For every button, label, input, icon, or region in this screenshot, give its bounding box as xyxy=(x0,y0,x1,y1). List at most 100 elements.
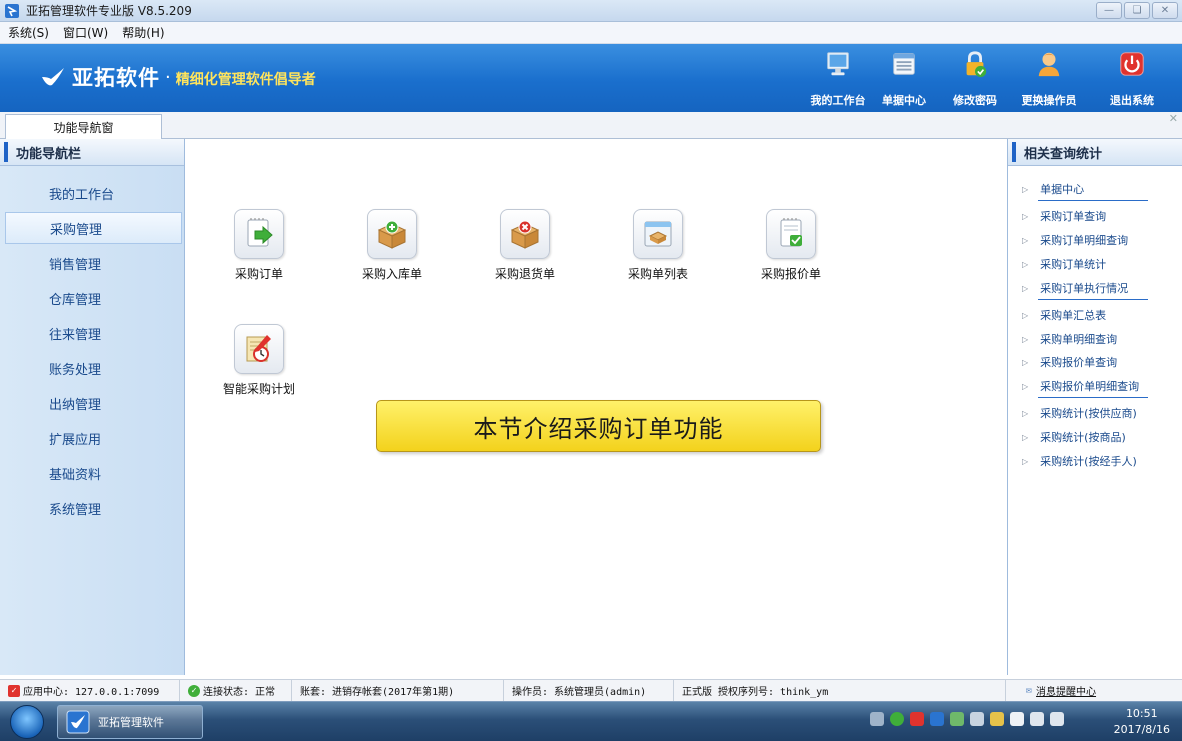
change-password-button[interactable]: 修改密码 xyxy=(943,50,1007,108)
function-purchase-stock-in[interactable]: 采购入库单 xyxy=(342,209,442,282)
menu-bar: 系统(S) 窗口(W) 帮助(H) xyxy=(0,22,1182,44)
nav-item-accounting[interactable]: 账务处理 xyxy=(5,352,182,384)
query-link-purchase-order-execution[interactable]: ▷ 采购订单执行情况 xyxy=(1022,280,1128,296)
signal-icon[interactable] xyxy=(970,712,984,726)
function-purchase-return[interactable]: 采购退货单 xyxy=(475,209,575,282)
minimize-icon[interactable]: — xyxy=(1096,2,1122,19)
query-link-document-center[interactable]: ▷ 单据中心 xyxy=(1022,181,1084,197)
triangle-right-icon: ▷ xyxy=(1022,259,1029,269)
function-purchase-list[interactable]: 采购单列表 xyxy=(608,209,708,282)
menu-help[interactable]: 帮助(H) xyxy=(122,24,164,41)
function-label: 采购订单 xyxy=(234,267,283,281)
status-operator: 操作员: 系统管理员(admin) xyxy=(504,680,674,701)
function-label: 采购退货单 xyxy=(494,267,555,281)
app-tray-icon[interactable] xyxy=(910,712,924,726)
close-tab-icon[interactable]: ✕ xyxy=(1169,112,1178,125)
group-separator xyxy=(1038,200,1148,201)
triangle-right-icon: ▷ xyxy=(1022,310,1029,320)
change-password-label: 修改密码 xyxy=(953,94,997,107)
triangle-right-icon: ▷ xyxy=(1022,357,1029,367)
message-center-link[interactable]: ✉ 消息提醒中心 xyxy=(1006,680,1104,701)
query-link-purchase-summary[interactable]: ▷ 采购单汇总表 xyxy=(1022,307,1106,323)
link-text: 采购订单执行情况 xyxy=(1040,282,1129,295)
nav-item-basic-data[interactable]: 基础资料 xyxy=(5,457,182,489)
workbench-label: 我的工作台 xyxy=(810,94,866,107)
query-link-stats-by-product[interactable]: ▷ 采购统计(按商品) xyxy=(1022,429,1126,445)
triangle-right-icon: ▷ xyxy=(1022,432,1029,442)
nav-item-sales-management[interactable]: 销售管理 xyxy=(5,247,182,279)
query-link-quotation-detail[interactable]: ▷ 采购报价单明细查询 xyxy=(1022,378,1139,394)
status-bar: ✓ 应用中心: 127.0.0.1:7099 ✓ 连接状态: 正常 账套: 进销… xyxy=(0,679,1182,701)
brand-name: 亚拓软件 xyxy=(72,66,160,90)
nav-item-system-management[interactable]: 系统管理 xyxy=(5,492,182,524)
start-button[interactable] xyxy=(10,705,44,739)
nav-item-warehouse-management[interactable]: 仓库管理 xyxy=(5,282,182,314)
function-purchase-quotation[interactable]: 采购报价单 xyxy=(741,209,841,282)
function-purchase-order[interactable]: 采购订单 xyxy=(209,209,309,282)
nav-item-my-workbench[interactable]: 我的工作台 xyxy=(5,177,182,209)
link-text: 采购订单统计 xyxy=(1040,258,1107,271)
user-icon xyxy=(1038,52,1060,77)
query-link-purchase-detail[interactable]: ▷ 采购单明细查询 xyxy=(1022,331,1117,347)
clock-time: 10:51 xyxy=(1125,707,1158,720)
left-navigation-panel: 功能导航栏 我的工作台 采购管理 销售管理 仓库管理 往来管理 账务处理 出纳管… xyxy=(0,139,185,675)
triangle-right-icon: ▷ xyxy=(1022,235,1029,245)
status-account: 账套: 进销存帐套(2017年第1期) xyxy=(292,680,504,701)
link-text: 采购统计(按商品) xyxy=(1040,431,1126,444)
document-center-label: 单据中心 xyxy=(882,94,926,107)
window-title: 亚拓管理软件专业版 V8.5.209 xyxy=(26,4,192,18)
nav-item-purchase-management[interactable]: 采购管理 xyxy=(5,212,182,244)
document-center-button[interactable]: 单据中心 xyxy=(872,50,936,108)
shield-icon[interactable] xyxy=(950,712,964,726)
workbench-button[interactable]: 我的工作台 xyxy=(806,50,870,108)
monitor-icon xyxy=(827,52,849,76)
header-accent-bar xyxy=(1012,142,1016,162)
keyboard-icon[interactable] xyxy=(870,712,884,726)
maximize-icon[interactable]: ❏ xyxy=(1124,2,1150,19)
query-link-quotation-query[interactable]: ▷ 采购报价单查询 xyxy=(1022,354,1117,370)
status-license: 正式版 授权序列号: think_ym xyxy=(674,680,1006,701)
triangle-right-icon: ▷ xyxy=(1022,408,1029,418)
device-icon[interactable] xyxy=(1010,712,1024,726)
menu-window[interactable]: 窗口(W) xyxy=(63,24,108,41)
switch-operator-label: 更换操作员 xyxy=(1021,94,1077,107)
right-panel-header: 相关查询统计 xyxy=(1008,139,1182,166)
volume-icon[interactable] xyxy=(1030,712,1044,726)
order-list-icon xyxy=(633,209,683,259)
left-nav-header: 功能导航栏 xyxy=(0,139,184,166)
logo-check-icon xyxy=(42,68,64,86)
nav-item-extensions[interactable]: 扩展应用 xyxy=(5,422,182,454)
taskbar-app-button[interactable]: 亚拓管理软件 xyxy=(57,705,203,739)
menu-system[interactable]: 系统(S) xyxy=(8,24,49,41)
quotation-icon xyxy=(766,209,816,259)
query-link-stats-by-handler[interactable]: ▷ 采购统计(按经手人) xyxy=(1022,453,1137,469)
query-link-purchase-order-detail[interactable]: ▷ 采购订单明细查询 xyxy=(1022,232,1128,248)
network-app-icon[interactable] xyxy=(930,712,944,726)
window-title-bar[interactable]: 亚拓管理软件专业版 V8.5.209 — ❏ ✕ xyxy=(0,0,1182,22)
link-text: 采购报价单明细查询 xyxy=(1040,380,1140,393)
triangle-right-icon: ▷ xyxy=(1022,381,1029,391)
query-link-purchase-order-stats[interactable]: ▷ 采购订单统计 xyxy=(1022,256,1106,272)
system-clock[interactable]: 10:51 2017/8/16 xyxy=(1114,706,1170,738)
close-icon[interactable]: ✕ xyxy=(1152,2,1178,19)
link-text: 单据中心 xyxy=(1040,183,1085,196)
function-smart-purchase-plan[interactable]: 智能采购计划 xyxy=(209,324,309,397)
security-icon[interactable] xyxy=(890,712,904,726)
flag-icon[interactable] xyxy=(1050,712,1064,726)
status-app-center: ✓ 应用中心: 127.0.0.1:7099 xyxy=(0,680,180,701)
nav-item-accounts-management[interactable]: 往来管理 xyxy=(5,317,182,349)
query-link-stats-by-supplier[interactable]: ▷ 采购统计(按供应商) xyxy=(1022,405,1137,421)
tab-function-navigation[interactable]: 功能导航窗 xyxy=(5,114,162,140)
switch-operator-button[interactable]: 更换操作员 xyxy=(1017,50,1081,108)
nav-item-cashier-management[interactable]: 出纳管理 xyxy=(5,387,182,419)
triangle-right-icon: ▷ xyxy=(1022,456,1029,466)
os-taskbar: 亚拓管理软件 10:51 2017/8/16 xyxy=(0,701,1182,741)
main-content: 采购订单 采购入库单 采购退货单 采购单列表 采购报价单 智能采购计划 本节介绍… xyxy=(186,167,1006,675)
clock-date: 2017/8/16 xyxy=(1113,723,1170,736)
query-link-purchase-order-query[interactable]: ▷ 采购订单查询 xyxy=(1022,208,1106,224)
triangle-right-icon: ▷ xyxy=(1022,184,1029,194)
antivirus-icon[interactable] xyxy=(990,712,1004,726)
power-icon xyxy=(1120,52,1144,76)
link-text: 采购单明细查询 xyxy=(1040,333,1118,346)
exit-system-button[interactable]: 退出系统 xyxy=(1100,50,1164,108)
